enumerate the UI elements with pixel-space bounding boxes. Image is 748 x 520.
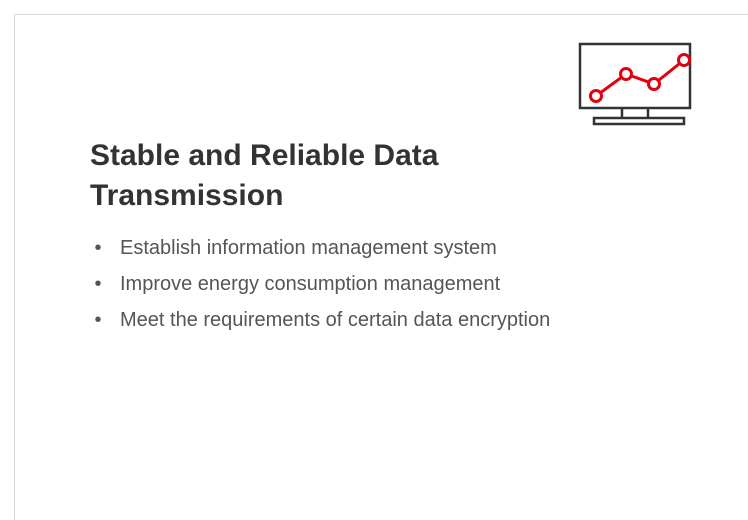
- bullet-glyph: •: [94, 309, 102, 331]
- bullet-item: • Establish information management syste…: [88, 232, 688, 265]
- slide-title: Stable and Reliable Data Transmission: [90, 139, 439, 212]
- bullet-glyph: •: [94, 273, 102, 295]
- chart-line: [595, 58, 685, 98]
- bullet-glyph: •: [94, 237, 102, 259]
- chart-point: [647, 77, 661, 91]
- chart-point: [677, 53, 691, 67]
- chart-point: [589, 89, 603, 103]
- bullet-list: • Establish information management syste…: [88, 232, 688, 340]
- bullet-item: • Meet the requirements of certain data …: [88, 304, 688, 337]
- chart-point: [619, 67, 633, 81]
- monitor-line-chart-icon: [578, 42, 692, 126]
- bullet-text: Establish information management system: [120, 237, 497, 259]
- slide-page: Stable and Reliable Data Transmission • …: [0, 0, 748, 520]
- bullet-item: • Improve energy consumption management: [88, 268, 688, 301]
- monitor-base: [592, 116, 686, 126]
- bullet-text: Improve energy consumption management: [120, 273, 501, 295]
- bullet-text: Meet the requirements of certain data en…: [120, 309, 551, 331]
